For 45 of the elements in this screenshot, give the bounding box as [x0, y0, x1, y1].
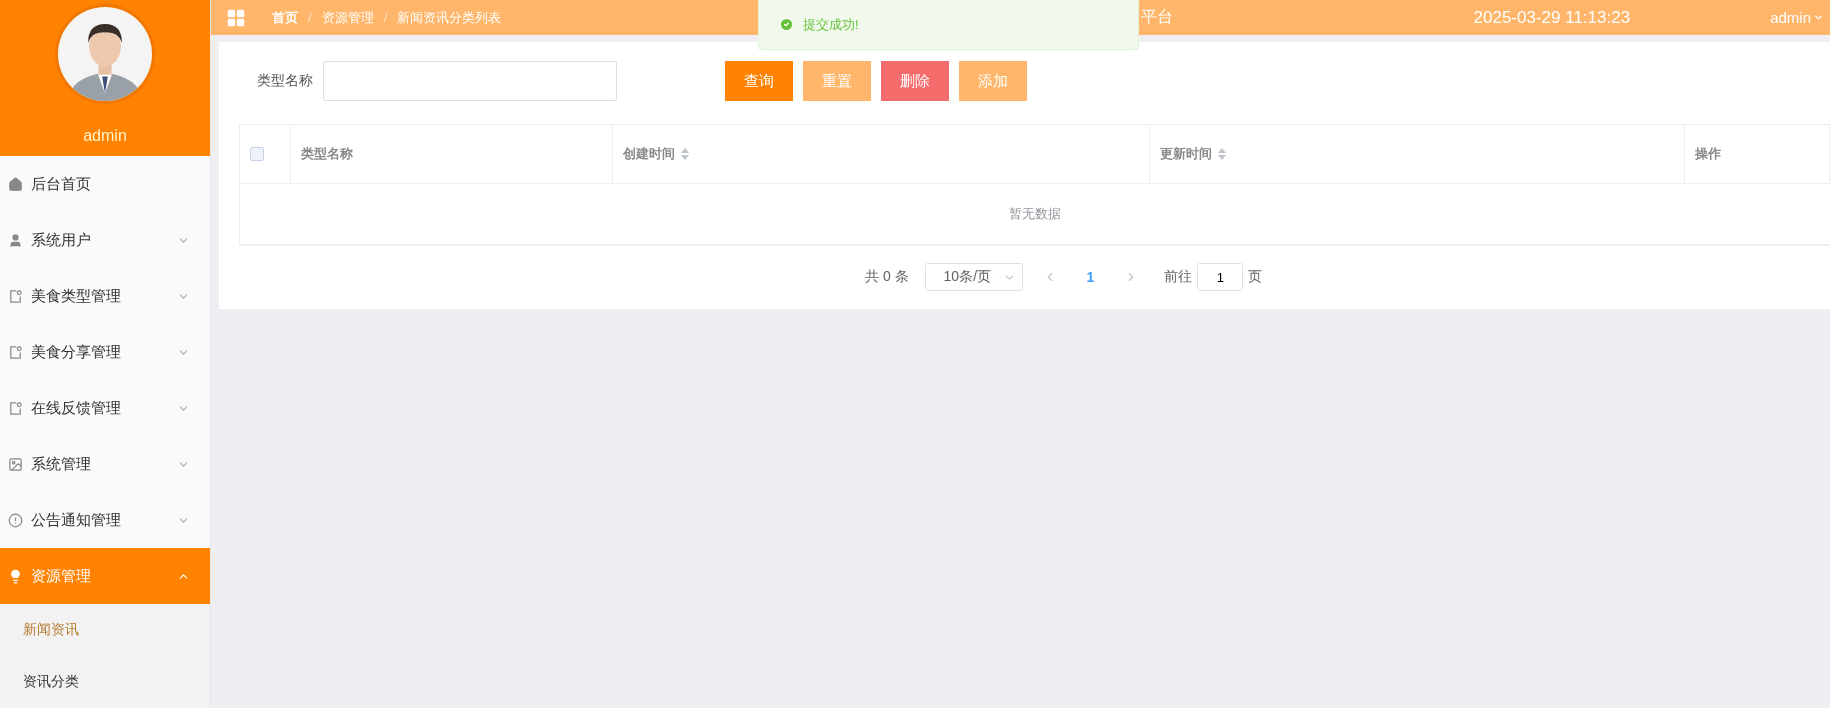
menu-item[interactable]: 系统用户	[0, 212, 210, 268]
page-suffix: 页	[1248, 268, 1263, 286]
column-header: 类型名称	[291, 125, 613, 184]
breadcrumb-separator: /	[308, 10, 312, 25]
check-icon	[779, 17, 794, 32]
breadcrumb-separator: /	[383, 10, 388, 25]
document-icon	[8, 400, 23, 416]
total-count: 共 0 条	[865, 268, 909, 286]
menu-item[interactable]: 公告通知管理	[0, 492, 210, 548]
menu-item[interactable]: 后台首页	[0, 156, 210, 212]
goto-label: 前往	[1164, 268, 1193, 286]
grid-icon[interactable]	[226, 7, 246, 28]
user-icon	[8, 232, 23, 248]
column-header: 操作	[1685, 125, 1830, 184]
input-field[interactable]	[323, 61, 617, 101]
page-number[interactable]: 1	[1086, 269, 1095, 285]
column-header[interactable]: 更新时间	[1150, 125, 1685, 184]
menu-item[interactable]: 美食类型管理	[0, 268, 210, 324]
action-button[interactable]: 删除	[881, 61, 949, 101]
menu-item[interactable]: 系统管理	[0, 436, 210, 492]
field-label: 类型名称	[257, 72, 313, 90]
column-header[interactable]: 创建时间	[613, 125, 1150, 184]
lightbulb-icon	[8, 568, 23, 584]
site-title: 平台	[1141, 7, 1174, 27]
home-icon	[8, 176, 23, 192]
menu-item[interactable]: 在线反馈管理	[0, 380, 210, 436]
page-size-select[interactable]: 10条/页	[924, 263, 1023, 291]
checkbox[interactable]	[250, 147, 264, 161]
image-icon	[8, 456, 23, 472]
alert-icon	[8, 512, 23, 528]
sort-icon[interactable]	[681, 148, 689, 160]
toast-message: 提交成功!	[803, 15, 859, 34]
caret-icon	[1813, 12, 1824, 23]
menu-item[interactable]: 资源管理	[0, 548, 210, 604]
submenu-item[interactable]: 新闻资讯	[0, 604, 210, 656]
datetime: 2025-03-29 11:13:23	[1473, 7, 1631, 28]
empty-message: 暂无数据	[1009, 205, 1061, 223]
page-input[interactable]: 1	[1197, 263, 1244, 291]
username: admin	[83, 127, 127, 145]
menu-item[interactable]: 美食分享管理	[0, 324, 210, 380]
sort-icon[interactable]	[1218, 148, 1226, 160]
document-icon	[8, 288, 23, 304]
submenu-item[interactable]: 资讯分类	[0, 656, 210, 708]
document-icon	[8, 344, 23, 360]
action-button[interactable]: 查询	[725, 61, 793, 101]
